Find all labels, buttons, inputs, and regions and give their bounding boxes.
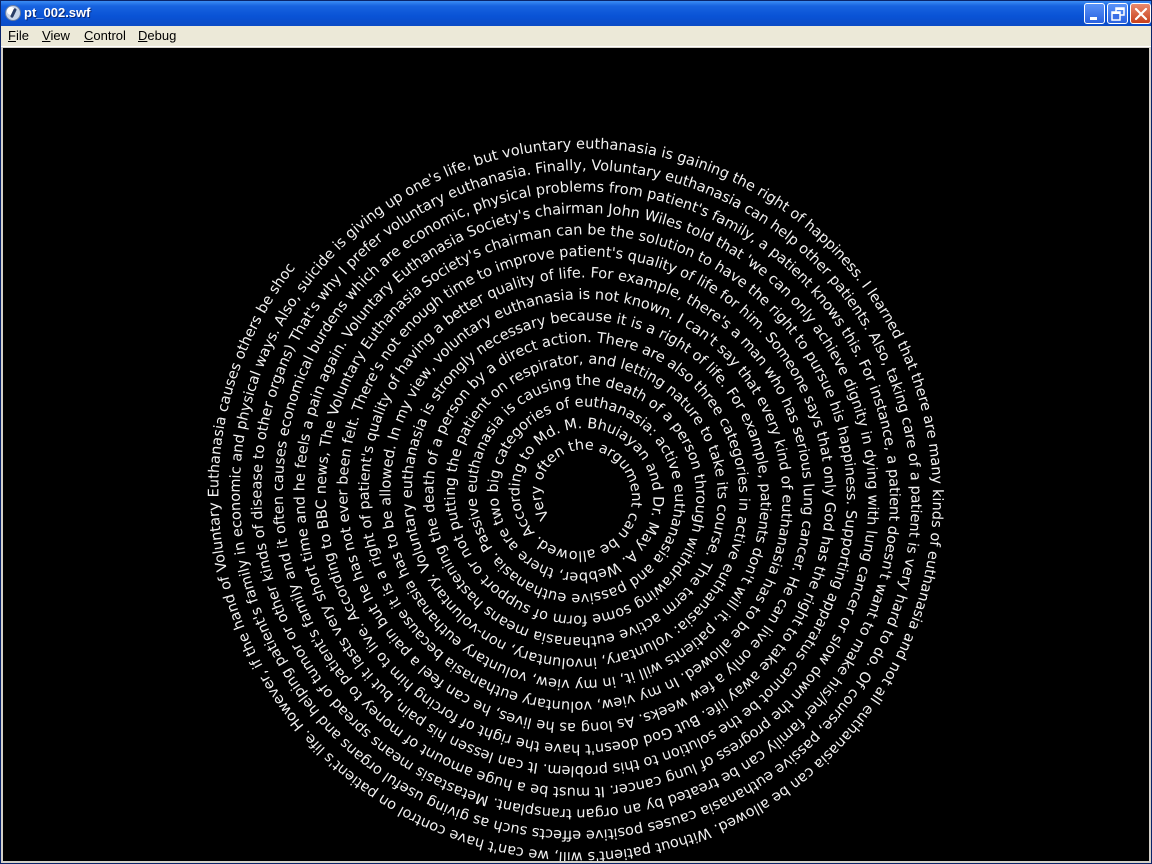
menu-control[interactable]: Control: [84, 28, 126, 43]
menu-debug[interactable]: Debug: [138, 28, 176, 43]
window-title: pt_002.swf: [24, 5, 91, 20]
close-icon: [1134, 7, 1148, 21]
spiral-text-path: Very often the argument can be allowed. …: [3, 48, 945, 861]
player-window: pt_002.swf File View Control Debug Very …: [0, 0, 1152, 864]
menu-bar: File View Control Debug: [1, 26, 1151, 47]
spiral-text: Very often the argument can be allowed. …: [3, 48, 945, 861]
spiral-text-graphic: Very often the argument can be allowed. …: [3, 48, 945, 861]
minimize-icon: [1090, 17, 1097, 20]
menu-file[interactable]: File: [8, 28, 29, 43]
minimize-button[interactable]: [1084, 3, 1105, 24]
title-bar[interactable]: pt_002.swf: [1, 1, 1151, 26]
restore-button[interactable]: [1107, 3, 1128, 24]
close-button[interactable]: [1130, 3, 1151, 24]
restore-icon: [1111, 7, 1125, 21]
flash-stage[interactable]: Very often the argument can be allowed. …: [3, 48, 1149, 861]
menu-view[interactable]: View: [42, 28, 70, 43]
flash-player-icon: [5, 5, 21, 21]
